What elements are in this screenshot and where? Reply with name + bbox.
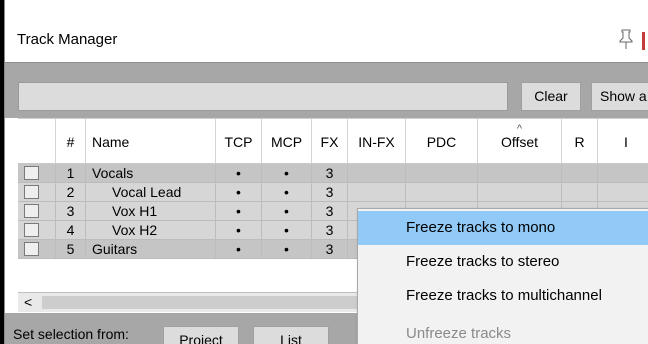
- header-fx[interactable]: FX: [312, 119, 348, 165]
- menu-item-unfreeze: Unfreeze tracks: [406, 325, 512, 342]
- table-row[interactable]: 2 Vocal Lead • • 3: [18, 183, 648, 202]
- row-mcp[interactable]: •: [262, 183, 312, 202]
- project-button[interactable]: Project: [163, 326, 239, 344]
- pin-icon[interactable]: [617, 28, 635, 50]
- header-pdc[interactable]: PDC: [406, 119, 478, 165]
- row-tcp[interactable]: •: [216, 221, 262, 240]
- row-fx: 3: [312, 164, 348, 183]
- header-r[interactable]: R: [562, 119, 598, 165]
- menu-item-freeze-stereo[interactable]: Freeze tracks to stereo: [358, 245, 648, 279]
- row-tcp[interactable]: •: [216, 240, 262, 259]
- header-offset-label: Offset: [500, 134, 539, 150]
- row-checkbox[interactable]: [24, 242, 39, 256]
- row-checkbox[interactable]: [24, 223, 39, 237]
- title-bar: Track Manager: [5, 0, 648, 62]
- row-select-cell: [18, 183, 56, 202]
- header-num[interactable]: #: [56, 119, 86, 165]
- filter-input[interactable]: [18, 82, 508, 111]
- menu-item-freeze-multichannel[interactable]: Freeze tracks to multichannel: [358, 279, 648, 313]
- row-num: 2: [56, 183, 86, 202]
- window-title: Track Manager: [17, 31, 118, 48]
- header-mcp[interactable]: MCP: [262, 119, 312, 165]
- header-more[interactable]: I: [598, 119, 648, 165]
- table-header: # Name TCP MCP FX IN-FX PDC ^ Offset R I: [18, 118, 648, 165]
- row-checkbox[interactable]: [24, 185, 39, 199]
- row-num: 1: [56, 164, 86, 183]
- scroll-left-arrow-icon[interactable]: <: [24, 293, 32, 312]
- row-offset: [478, 164, 562, 183]
- close-indicator[interactable]: [642, 32, 645, 50]
- row-offset: [478, 183, 562, 202]
- row-tcp[interactable]: •: [216, 202, 262, 221]
- show-all-button[interactable]: Show a: [591, 82, 648, 111]
- row-select-cell: [18, 240, 56, 259]
- header-tcp[interactable]: TCP: [216, 119, 262, 165]
- row-select-cell: [18, 202, 56, 221]
- clear-button[interactable]: Clear: [521, 82, 581, 111]
- row-r: [562, 164, 598, 183]
- row-select-cell: [18, 164, 56, 183]
- row-num: 4: [56, 221, 86, 240]
- row-fx: 3: [312, 183, 348, 202]
- row-tcp[interactable]: •: [216, 183, 262, 202]
- header-name[interactable]: Name: [86, 119, 216, 165]
- row-mcp[interactable]: •: [262, 202, 312, 221]
- row-name[interactable]: Vocals: [86, 164, 216, 183]
- row-fx: 3: [312, 202, 348, 221]
- header-offset[interactable]: ^ Offset: [478, 119, 562, 165]
- header-select[interactable]: [18, 119, 56, 165]
- row-in-fx: [348, 183, 406, 202]
- row-fx: 3: [312, 221, 348, 240]
- row-fx: 3: [312, 240, 348, 259]
- list-button[interactable]: List: [253, 326, 329, 344]
- row-name[interactable]: Vox H2: [86, 221, 216, 240]
- row-more: [598, 164, 648, 183]
- row-pdc: [406, 183, 478, 202]
- row-mcp[interactable]: •: [262, 240, 312, 259]
- row-name[interactable]: Vox H1: [86, 202, 216, 221]
- row-checkbox[interactable]: [24, 166, 39, 180]
- row-num: 3: [56, 202, 86, 221]
- row-more: [598, 183, 648, 202]
- table-row[interactable]: 1 Vocals • • 3: [18, 164, 648, 183]
- row-tcp[interactable]: •: [216, 164, 262, 183]
- row-num: 5: [56, 240, 86, 259]
- row-name[interactable]: Guitars: [86, 240, 216, 259]
- row-r: [562, 183, 598, 202]
- context-menu: Freeze tracks to mono Freeze tracks to s…: [357, 208, 648, 344]
- row-select-cell: [18, 221, 56, 240]
- filter-toolbar: Clear Show a: [5, 62, 648, 118]
- row-in-fx: [348, 164, 406, 183]
- row-mcp[interactable]: •: [262, 164, 312, 183]
- selection-label: Set selection from:: [13, 326, 129, 342]
- scrollbar-thumb[interactable]: [42, 296, 372, 309]
- header-in-fx[interactable]: IN-FX: [348, 119, 406, 165]
- row-checkbox[interactable]: [24, 204, 39, 218]
- row-name[interactable]: Vocal Lead: [86, 183, 216, 202]
- sort-indicator: ^: [516, 123, 523, 135]
- row-pdc: [406, 164, 478, 183]
- row-mcp[interactable]: •: [262, 221, 312, 240]
- menu-item-freeze-mono[interactable]: Freeze tracks to mono: [358, 211, 648, 245]
